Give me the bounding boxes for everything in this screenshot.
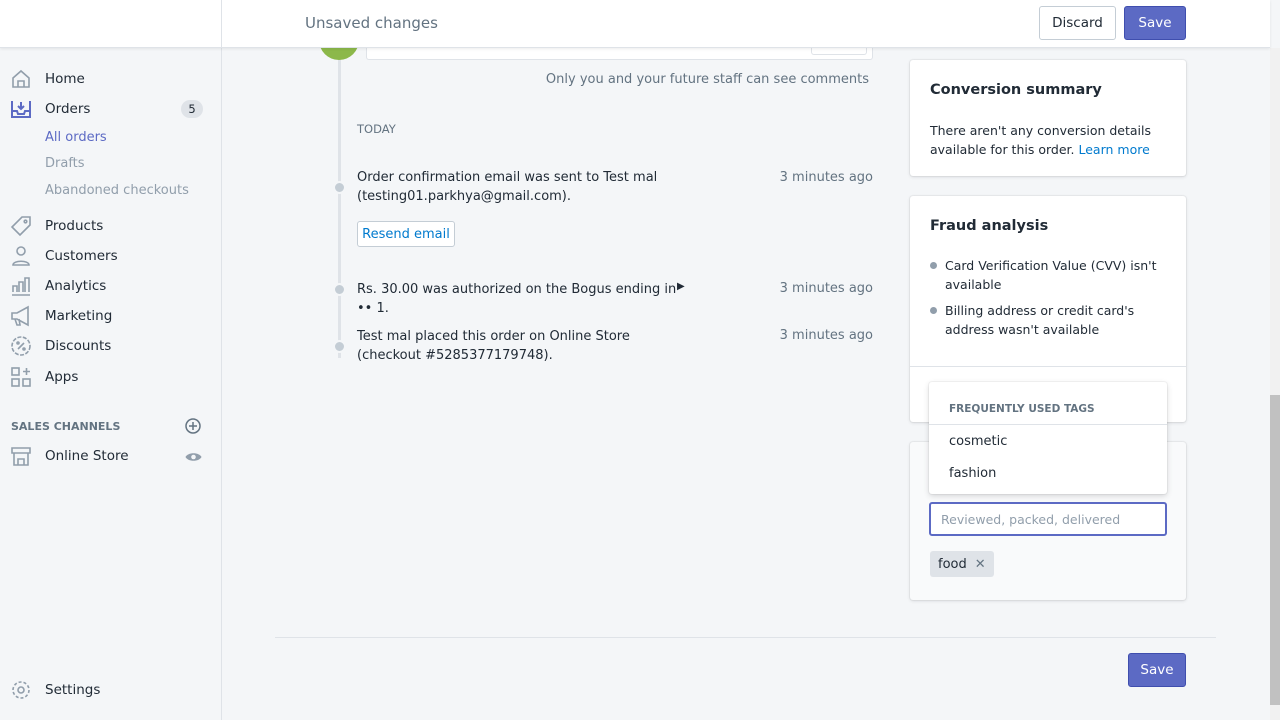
- card-title: Conversion summary: [930, 82, 1102, 98]
- event-time: 3 minutes ago: [779, 328, 873, 343]
- home-icon: [12, 69, 30, 88]
- dropdown-header: FREQUENTLY USED TAGS: [949, 403, 1095, 415]
- save-button[interactable]: Save: [1124, 6, 1186, 40]
- discount-icon: [11, 336, 31, 356]
- divider: [910, 366, 1186, 367]
- post-comment-button[interactable]: [811, 48, 867, 55]
- sidebar-subitem-abandoned-checkouts[interactable]: Abandoned checkouts: [45, 183, 189, 198]
- apps-icon: [11, 367, 31, 387]
- sidebar-subitem-all-orders[interactable]: All orders: [45, 130, 107, 145]
- sidebar-item-label: Analytics: [45, 278, 107, 294]
- sidebar-item-orders[interactable]: Orders 5: [0, 95, 222, 123]
- sidebar-item-discounts[interactable]: Discounts: [0, 332, 222, 360]
- tags-dropdown: FREQUENTLY USED TAGS cosmetic fashion: [929, 382, 1167, 494]
- comment-visibility-note: Only you and your future staff can see c…: [545, 72, 869, 87]
- scrollbar-thumb[interactable]: [1270, 395, 1280, 705]
- sidebar-item-label: Apps: [45, 369, 79, 385]
- timeline-dot: [333, 181, 346, 194]
- expand-caret-icon[interactable]: ▶: [677, 281, 685, 292]
- sidebar-item-label: Discounts: [45, 338, 112, 354]
- person-icon: [12, 246, 30, 266]
- sidebar-item-label: Home: [45, 71, 85, 87]
- tag-icon: [10, 216, 31, 237]
- sidebar-item-label: Products: [45, 218, 104, 234]
- learn-more-link[interactable]: Learn more: [1078, 142, 1149, 157]
- applied-tag: food ✕: [930, 551, 994, 577]
- sidebar-item-marketing[interactable]: Marketing: [0, 302, 222, 330]
- eye-icon[interactable]: [185, 451, 202, 463]
- sidebar-item-label: Orders: [45, 101, 91, 117]
- divider: [275, 637, 1216, 638]
- store-icon: [11, 447, 31, 466]
- top-bar: Unsaved changes Discard Save: [0, 0, 1270, 48]
- timeline-event: Test mal placed this order on Online Sto…: [357, 329, 630, 363]
- sidebar-item-products[interactable]: Products: [0, 212, 222, 240]
- timeline-event: Order confirmation email was sent to Tes…: [357, 170, 658, 204]
- orders-icon: [11, 101, 31, 118]
- tag-label: food: [938, 556, 967, 572]
- timeline-line: [338, 48, 341, 358]
- resend-email-button[interactable]: Resend email: [357, 221, 455, 247]
- top-bar-logo-area: [0, 0, 222, 48]
- event-time: 3 minutes ago: [779, 281, 873, 296]
- sidebar: Home Orders 5 All orders Drafts Abandone…: [0, 48, 222, 720]
- tag-option[interactable]: cosmetic: [949, 434, 1007, 449]
- sidebar-item-apps[interactable]: Apps: [0, 363, 222, 391]
- fraud-indicator: Card Verification Value (CVV) isn't avai…: [930, 256, 1170, 294]
- gear-icon: [12, 681, 30, 699]
- add-channel-icon[interactable]: [185, 418, 201, 434]
- orders-count-badge: 5: [181, 100, 203, 118]
- timeline-dot: [333, 340, 346, 353]
- sidebar-item-home[interactable]: Home: [0, 65, 222, 93]
- event-time: 3 minutes ago: [779, 170, 873, 185]
- page-title: Unsaved changes: [305, 14, 438, 32]
- comment-input[interactable]: [366, 48, 873, 60]
- tag-option[interactable]: fashion: [949, 466, 996, 481]
- sales-channels-heading: SALES CHANNELS: [11, 420, 121, 433]
- sidebar-item-customers[interactable]: Customers: [0, 242, 222, 270]
- timeline-event: Rs. 30.00 was authorized on the Bogus en…: [357, 282, 677, 316]
- tags-input[interactable]: [929, 502, 1167, 536]
- sidebar-item-label: Marketing: [45, 308, 113, 324]
- sidebar-item-label: Customers: [45, 248, 118, 264]
- discard-button[interactable]: Discard: [1039, 6, 1116, 40]
- megaphone-icon: [11, 305, 29, 327]
- fraud-indicator: Billing address or credit card's address…: [930, 301, 1170, 339]
- bar-chart-icon: [12, 277, 30, 296]
- divider: [929, 424, 1167, 425]
- remove-tag-icon[interactable]: ✕: [975, 557, 986, 572]
- card-title: Fraud analysis: [930, 218, 1049, 234]
- conversion-summary-card: Conversion summary There aren't any conv…: [910, 60, 1186, 176]
- sidebar-item-settings[interactable]: Settings: [0, 676, 222, 704]
- conversion-text: There aren't any conversion details avai…: [930, 121, 1160, 159]
- sidebar-item-label: Settings: [45, 682, 101, 698]
- timeline-date-heading: TODAY: [357, 122, 396, 136]
- sidebar-subitem-drafts[interactable]: Drafts: [45, 156, 85, 171]
- timeline-dot: [333, 283, 346, 296]
- sidebar-item-analytics[interactable]: Analytics: [0, 272, 222, 300]
- sidebar-item-label: Online Store: [45, 448, 129, 464]
- footer-save-button[interactable]: Save: [1128, 653, 1186, 687]
